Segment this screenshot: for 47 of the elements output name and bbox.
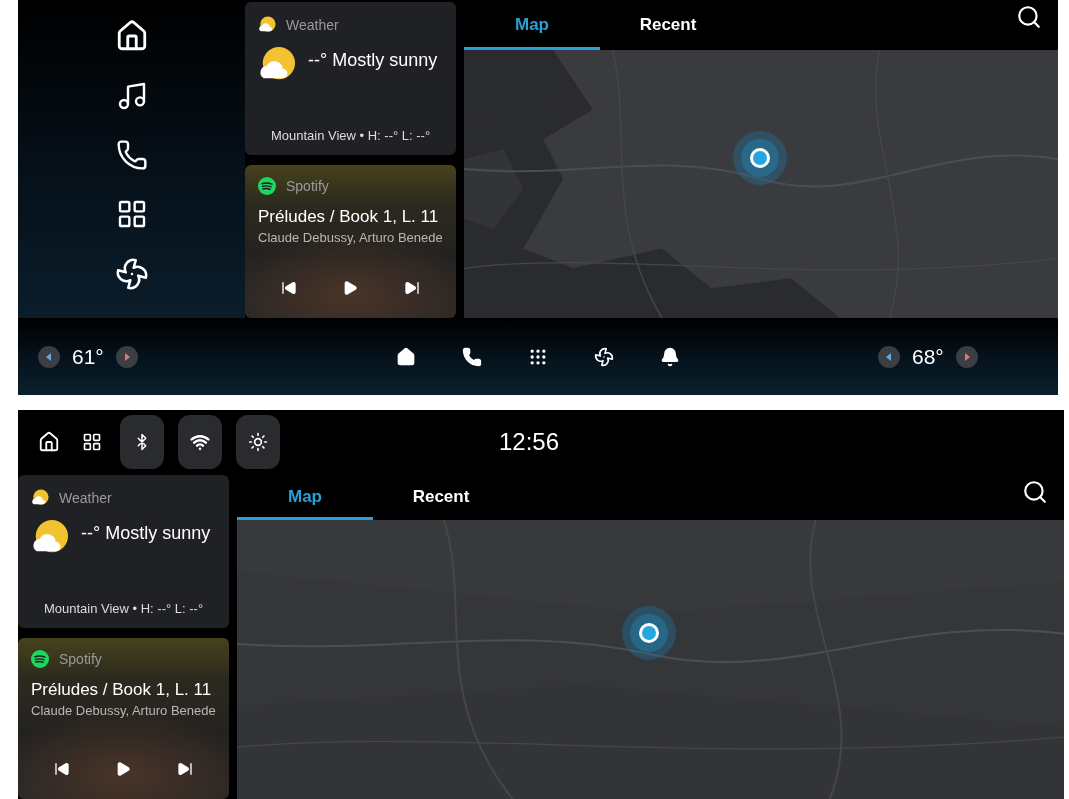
spotify-icon xyxy=(258,177,276,195)
location-pin-icon xyxy=(732,130,788,186)
app-name: Spotify xyxy=(286,178,329,194)
track-title: Préludes / Book 1, L. 11 xyxy=(31,680,213,700)
skip-forward-icon xyxy=(404,280,421,296)
bluetooth-button[interactable] xyxy=(120,414,164,469)
caret-left-icon xyxy=(885,352,893,361)
caret-right-icon xyxy=(962,352,971,361)
temperature-up-button[interactable] xyxy=(115,345,138,368)
skip-back-icon xyxy=(280,280,297,296)
play-icon xyxy=(115,761,132,777)
caret-right-icon xyxy=(122,352,131,361)
track-artist: Claude Debussy, Arturo Benede xyxy=(31,703,216,718)
track-title: Préludes / Book 1, L. 11 xyxy=(258,207,440,227)
temperature: 61° xyxy=(72,344,104,369)
temperature-down-button[interactable] xyxy=(38,345,60,368)
spotify-icon xyxy=(31,650,49,668)
sun-icon xyxy=(248,431,268,452)
track-artist: Claude Debussy, Arturo Benede xyxy=(258,230,443,245)
weather-icon xyxy=(31,489,49,507)
play-icon xyxy=(342,280,359,296)
skip-back-icon xyxy=(53,761,70,777)
temperature-up-button[interactable] xyxy=(955,345,978,368)
brightness-button[interactable] xyxy=(236,414,280,469)
app-name: Weather xyxy=(59,490,112,506)
weather-card[interactable]: Weather --° Mostly sunny Mountain View • H: --° L: --° xyxy=(18,475,229,628)
media-card[interactable]: Spotify Préludes / Book 1, L. 11 Claude Debussy, Arturo Benede xyxy=(245,165,456,318)
search-icon xyxy=(1016,4,1042,30)
tab[interactable]: Recent xyxy=(373,475,509,520)
skip-forward-icon xyxy=(177,761,194,777)
caret-left-icon xyxy=(45,352,53,361)
app-name: Weather xyxy=(286,17,339,33)
weather-card[interactable]: Weather --° Mostly sunny Mountain View • H: --° L: --° xyxy=(245,2,456,155)
location-pin-icon xyxy=(621,605,677,661)
weather-condition: --° Mostly sunny xyxy=(308,50,438,71)
clock: 12:56 xyxy=(498,427,559,456)
search-icon xyxy=(1022,479,1048,505)
temperature-down-button[interactable] xyxy=(878,345,900,368)
weather-icon xyxy=(258,16,276,34)
weather-condition: --° Mostly sunny xyxy=(81,523,211,544)
tab[interactable]: Recent xyxy=(600,0,736,50)
weather-details: Mountain View • H: --° L: --° xyxy=(269,128,432,143)
weather-details: Mountain View • H: --° L: --° xyxy=(42,601,205,616)
app-name: Spotify xyxy=(59,651,102,667)
temperature: 68° xyxy=(912,344,944,369)
wifi-button[interactable] xyxy=(178,414,222,469)
media-card[interactable]: Spotify Préludes / Book 1, L. 11 Claude Debussy, Arturo Benede xyxy=(18,638,229,799)
